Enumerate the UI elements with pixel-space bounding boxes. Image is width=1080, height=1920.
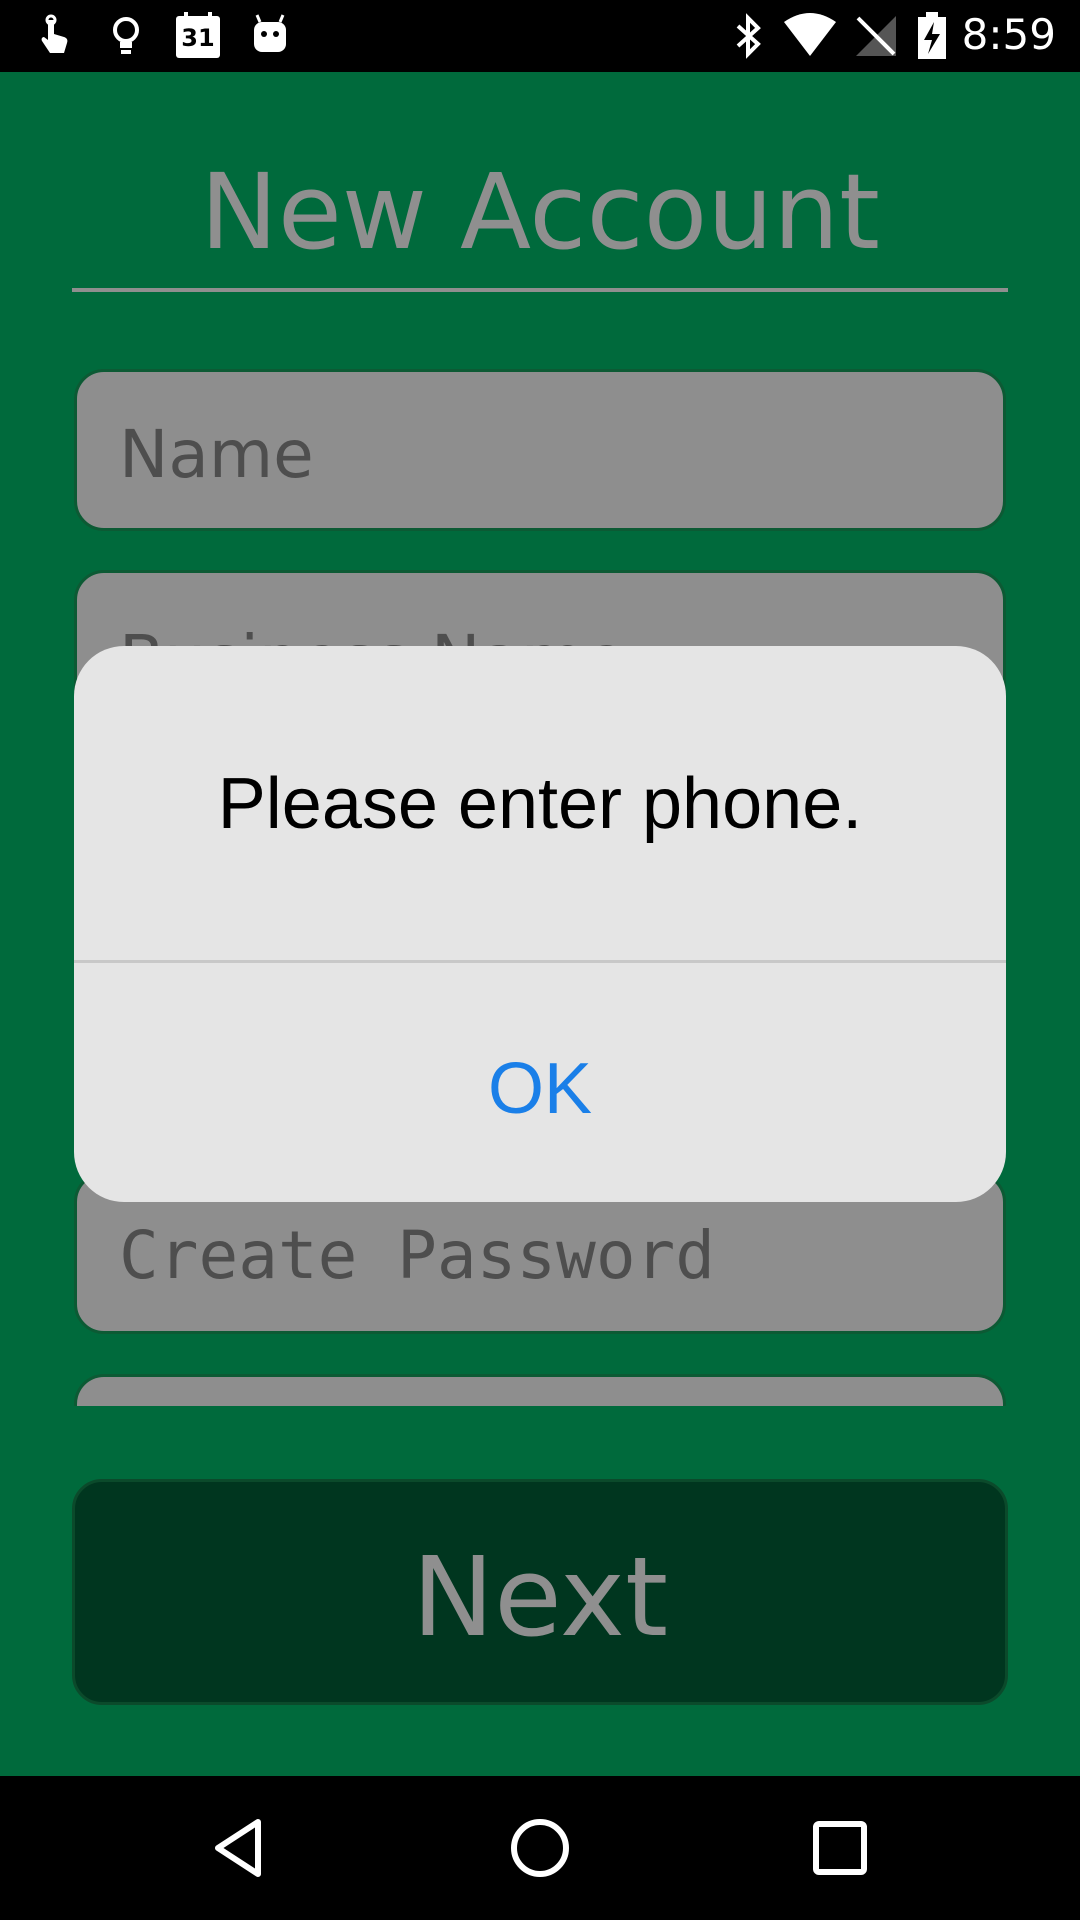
bluetooth-icon — [736, 13, 761, 59]
calendar-icon: 31 — [174, 12, 222, 60]
page-title: New Account — [200, 151, 880, 273]
alert-dialog: Please enter phone. OK — [74, 646, 1006, 1202]
partial-field[interactable] — [74, 1374, 1006, 1406]
no-signal-icon — [856, 16, 896, 56]
dialog-message: Please enter phone. — [217, 764, 863, 844]
touch-icon — [41, 14, 68, 53]
ok-button[interactable]: OK — [74, 963, 1006, 1202]
calendar-day: 31 — [181, 24, 215, 52]
lightbulb-icon — [113, 17, 139, 54]
android-icon — [254, 14, 286, 52]
next-label: Next — [411, 1533, 669, 1661]
navigation-bar — [0, 1776, 1080, 1920]
name-placeholder: Name — [119, 416, 314, 493]
title-underline — [72, 288, 1008, 292]
ok-label: OK — [487, 1049, 593, 1129]
back-icon[interactable] — [204, 1812, 276, 1884]
clock: 8:59 — [961, 10, 1056, 59]
wifi-icon — [784, 13, 836, 56]
home-icon[interactable] — [504, 1812, 576, 1884]
next-button[interactable]: Next — [72, 1479, 1008, 1705]
battery-charging-icon — [918, 12, 946, 59]
name-field[interactable]: Name — [74, 369, 1006, 531]
create-password-placeholder: Create Password — [119, 1217, 716, 1294]
status-bar: 31 8:59 — [0, 0, 1080, 72]
recents-icon[interactable] — [804, 1812, 876, 1884]
